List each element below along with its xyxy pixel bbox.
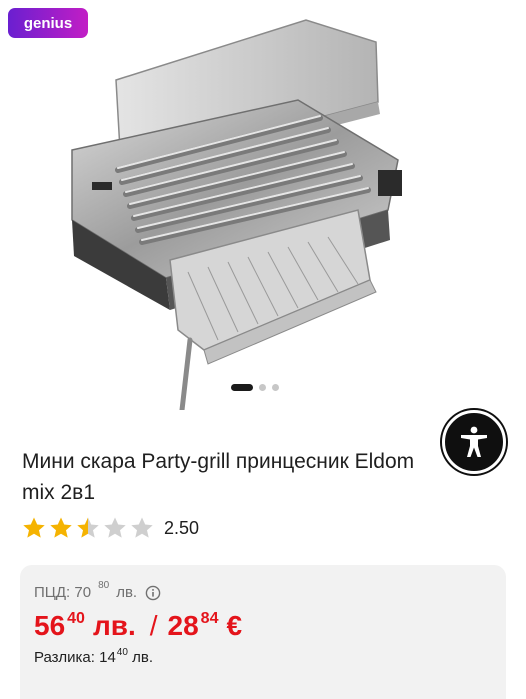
- product-rating[interactable]: 2.50: [22, 516, 199, 540]
- carousel-dots: [231, 384, 279, 391]
- product-image[interactable]: [58, 10, 474, 413]
- rrp-currency: лв.: [116, 584, 138, 601]
- eur-int: 28: [167, 610, 199, 641]
- eur-currency: €: [226, 610, 243, 641]
- price-currency: лв.: [92, 610, 136, 641]
- star-empty-icon: [104, 517, 126, 538]
- star-half-icon: [77, 517, 99, 538]
- carousel-dot-active[interactable]: [231, 384, 253, 391]
- rating-stars: [22, 516, 154, 540]
- price-int: 56: [34, 610, 66, 641]
- star-full-icon: [23, 517, 45, 538]
- price-box: ПЦД: 70 80 лв. 56 40 лв. / 28 84 € Разли…: [20, 565, 506, 699]
- price-difference: Разлика: 14 40 лв.: [34, 647, 153, 666]
- product-title: Мини скара Party-grill принцесник Eldom …: [22, 450, 415, 504]
- rrp-int: 70: [74, 584, 92, 601]
- info-icon[interactable]: [145, 585, 161, 601]
- diff-currency: лв.: [132, 649, 153, 666]
- diff-dec: 40: [116, 647, 128, 658]
- eur-dec: 84: [200, 610, 219, 627]
- star-full-icon: [50, 517, 72, 538]
- rrp-label: ПЦД:: [34, 584, 71, 601]
- diff-label: Разлика:: [34, 649, 95, 666]
- rrp-line: ПЦД: 70 80 лв.: [34, 580, 161, 601]
- accessibility-button[interactable]: [442, 410, 506, 474]
- diff-int: 14: [99, 649, 116, 666]
- price-dec: 40: [67, 610, 85, 627]
- accessibility-icon: [461, 426, 487, 457]
- carousel-dot[interactable]: [259, 384, 266, 391]
- price-separator: /: [149, 610, 158, 641]
- current-price: 56 40 лв. / 28 84 €: [34, 610, 242, 642]
- rrp-dec: 80: [98, 580, 110, 591]
- star-empty-icon: [131, 517, 153, 538]
- rating-value: 2.50: [164, 517, 200, 538]
- carousel-dot[interactable]: [272, 384, 279, 391]
